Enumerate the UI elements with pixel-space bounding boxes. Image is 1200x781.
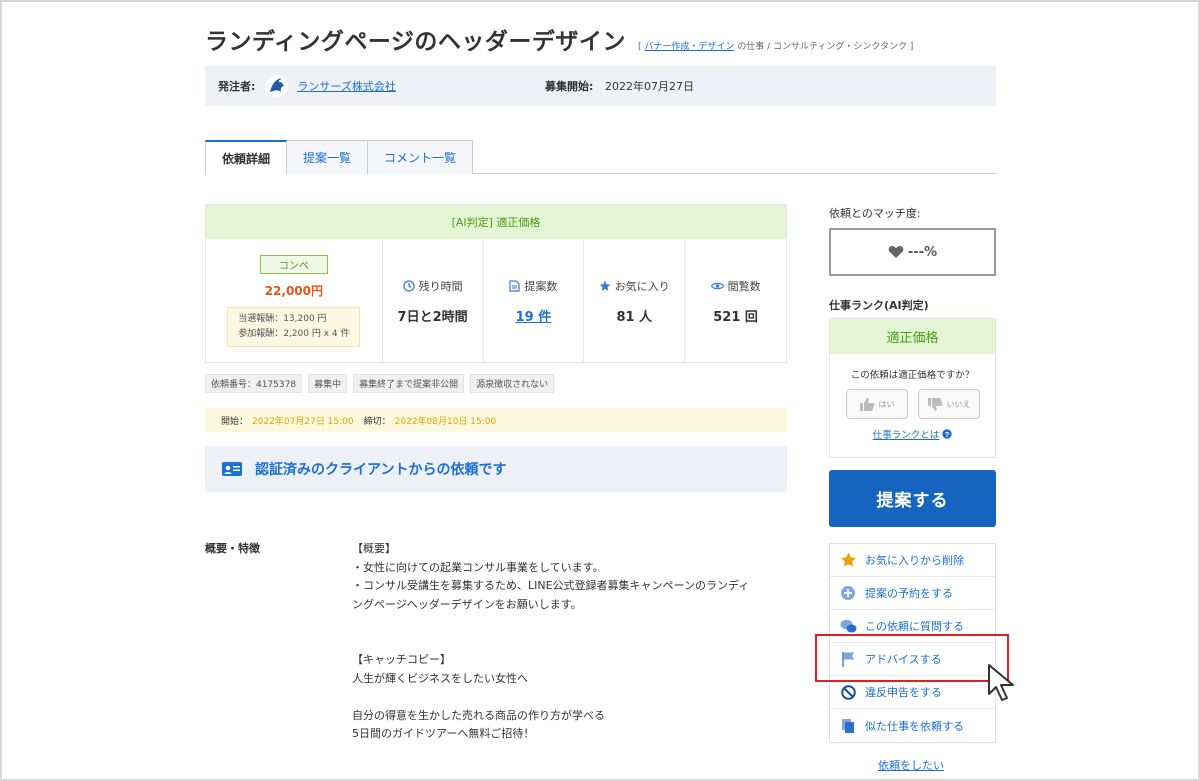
job-tags: 依頼番号：4175378 募集中 募集終了まで提案非公開 源泉徴収されない <box>205 374 555 393</box>
calendar-plus-icon <box>841 586 855 600</box>
price: 22,000円 <box>264 284 323 298</box>
eye-icon <box>710 282 724 289</box>
tag-withholding: 源泉徴収されない <box>470 374 555 393</box>
rank-info-link[interactable]: 仕事ランクとは <box>873 427 940 441</box>
favorites-cell: お気に入り 81 人 <box>584 239 686 363</box>
end-datetime: 2022年08月10日 15:00 <box>394 416 497 427</box>
want-to-request-link[interactable]: 依頼をしたい <box>878 757 944 773</box>
start-date: 2022年07月27日 <box>605 80 694 93</box>
client-bar: 発注者: ランサーズ株式会社 募集開始: 2022年07月27日 <box>205 66 996 106</box>
description-body: 【概要】 ・女性に向けての起業コンサル事業をしています。 ・コンサル受講生を募集… <box>352 542 750 740</box>
rank-box: 適正価格 この依頼は適正価格ですか？ はい いいえ 仕事ランクとは ? <box>829 318 996 458</box>
id-card-icon <box>222 462 242 476</box>
remaining-time-cell: 残り時間 7日と2時間 <box>383 239 484 363</box>
svg-text:?: ? <box>945 430 950 439</box>
tag-private-proposals: 募集終了まで提案非公開 <box>353 374 465 393</box>
ai-judge-header: [AI判定] 適正価格 <box>206 205 786 239</box>
document-icon <box>509 279 521 292</box>
clock-icon <box>402 279 415 292</box>
page-title: ランディングページのヘッダーデザイン <box>205 29 626 55</box>
client-avatar[interactable] <box>265 74 289 98</box>
title-row: ランディングページのヘッダーデザイン [ バナー作成・デザイン の仕事 / コン… <box>205 22 913 56</box>
lancers-logo-icon <box>266 75 289 97</box>
cursor-pointer-icon <box>988 664 1014 701</box>
vote-row: はい いいえ <box>830 389 995 419</box>
description-label: 概要・特徴 <box>205 542 260 555</box>
propose-button[interactable]: 提案する <box>829 470 996 527</box>
start-datetime: 2022年07月27日 15:00 <box>252 416 354 427</box>
star-icon <box>840 552 856 567</box>
remaining-time: 7日と2時間 <box>397 309 468 325</box>
match-score: ---% <box>907 244 938 260</box>
views-count: 521 回 <box>713 309 758 325</box>
tab-request-details[interactable]: 依頼詳細 <box>205 140 288 175</box>
thumbs-up-icon <box>859 397 874 411</box>
verified-text: 認証済みのクライアントからの依頼です <box>255 462 507 478</box>
favorites-count: 81 人 <box>616 309 653 325</box>
reserve-proposal-action[interactable]: 提案の予約をする <box>830 577 995 610</box>
proposals-cell: 提案数 19 件 <box>484 239 585 363</box>
tab-comments[interactable]: コメント一覧 <box>367 140 474 174</box>
tag-job-number: 依頼番号：4175378 <box>205 374 303 393</box>
reward-breakdown: 当選報酬：13,200 円 参加報酬：2,200 円 x 4 件 <box>227 307 361 347</box>
proposals-count-link[interactable]: 19 件 <box>516 306 552 325</box>
match-label: 依頼とのマッチ度: <box>829 207 921 220</box>
request-similar-action[interactable]: 似た仕事を依頼する <box>830 709 995 742</box>
category-breadcrumb: [ バナー作成・デザイン の仕事 / コンサルティング・シンクタンク ] <box>637 42 914 52</box>
price-cell: コンペ 22,000円 当選報酬：13,200 円 参加報酬：2,200 円 x… <box>206 239 383 363</box>
rank-label: 仕事ランク(AI判定) <box>829 299 929 312</box>
remove-favorite-action[interactable]: お気に入りから削除 <box>830 544 995 577</box>
match-score-box: ---% <box>829 228 996 276</box>
category-link[interactable]: バナー作成・デザイン <box>644 42 734 52</box>
tab-proposals[interactable]: 提案一覧 <box>286 140 369 174</box>
copy-icon <box>842 718 854 733</box>
tab-bar: 依頼詳細 提案一覧 コメント一覧 <box>205 140 996 175</box>
tag-status: 募集中 <box>308 374 348 393</box>
thumbs-down-icon <box>927 397 942 411</box>
competition-badge: コンペ <box>259 255 328 274</box>
star-icon <box>599 280 611 291</box>
highlight-box <box>815 634 1009 682</box>
vote-no-button[interactable]: いいえ <box>917 389 980 419</box>
rank-question: この依頼は適正価格ですか？ <box>850 370 975 381</box>
views-cell: 閲覧数 521 回 <box>685 239 786 363</box>
job-stats: コンペ 22,000円 当選報酬：13,200 円 参加報酬：2,200 円 x… <box>206 239 786 363</box>
client-label: 発注者: <box>218 80 256 93</box>
verified-client-banner: 認証済みのクライアントからの依頼です <box>205 446 787 492</box>
prohibit-icon <box>840 684 856 700</box>
schedule-bar: 開始： 2022年07月27日 15:00 締切： 2022年08月10日 15… <box>205 408 787 432</box>
heart-icon <box>888 246 904 258</box>
client-name-link[interactable]: ランサーズ株式会社 <box>297 78 395 94</box>
rank-value: 適正価格 <box>830 319 995 354</box>
help-icon[interactable]: ? <box>942 429 952 439</box>
chat-bubbles-icon <box>840 619 856 632</box>
vote-yes-button[interactable]: はい <box>845 389 908 419</box>
start-label: 募集開始: <box>545 80 594 93</box>
job-summary-box: [AI判定] 適正価格 コンペ 22,000円 当選報酬：13,200 円 参加… <box>205 204 787 363</box>
